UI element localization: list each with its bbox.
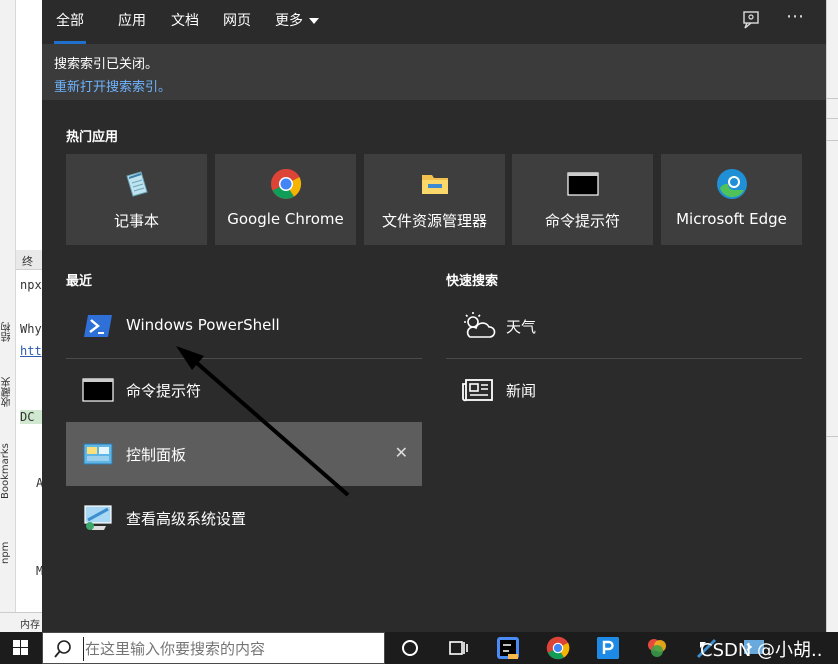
search-icon bbox=[53, 639, 73, 659]
cortana-icon[interactable] bbox=[398, 636, 422, 660]
chrome-icon[interactable] bbox=[546, 636, 570, 660]
windows-start-icon[interactable] bbox=[0, 632, 42, 664]
taskbar: CSDN @小胡.. bbox=[0, 632, 838, 664]
color-app-icon[interactable] bbox=[645, 636, 669, 660]
pycharm-icon[interactable] bbox=[596, 636, 620, 660]
csdn-watermark: CSDN @小胡.. bbox=[700, 640, 823, 661]
taskbar-search-box[interactable] bbox=[42, 632, 385, 664]
taskbar-search-input[interactable] bbox=[83, 637, 373, 661]
screen: 结构 收藏夹 Bookmarks npm 终端 npx Why htt DC A… bbox=[0, 0, 838, 664]
task-view-icon[interactable] bbox=[446, 636, 470, 660]
goland-icon[interactable] bbox=[496, 636, 520, 660]
annotation-arrow bbox=[176, 346, 350, 497]
